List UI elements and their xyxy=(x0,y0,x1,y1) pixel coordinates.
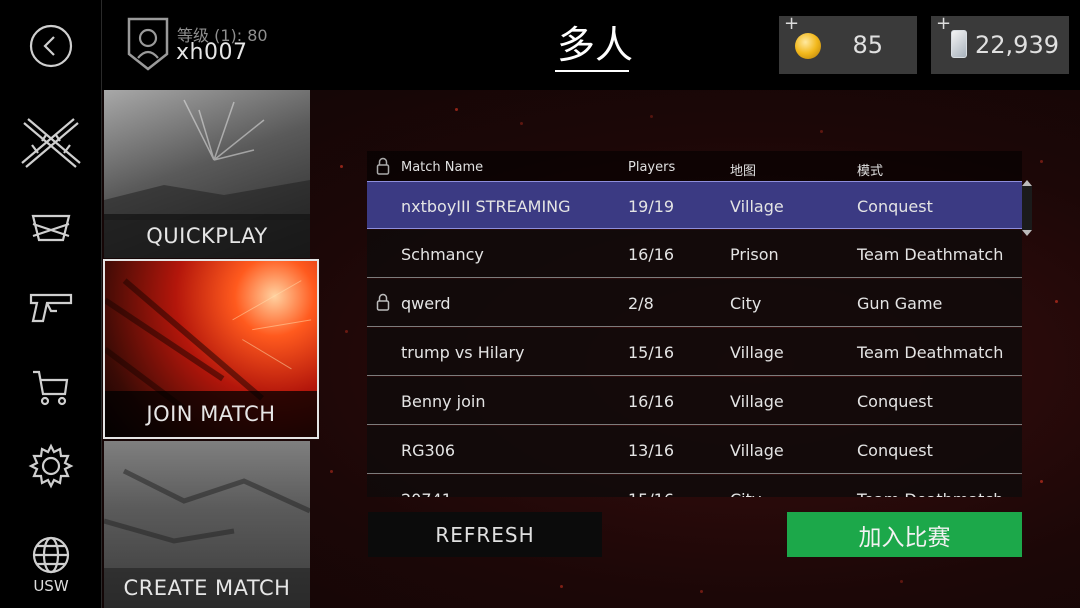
mode-cell: Team Deathmatch xyxy=(857,490,1003,497)
match-name-cell: Benny join xyxy=(401,392,486,411)
players-cell: 13/16 xyxy=(628,441,675,460)
sidebar-item-pistol[interactable] xyxy=(0,278,102,338)
rank-badge-icon xyxy=(127,17,169,71)
mode-card-create-match[interactable]: CREATE MATCH xyxy=(104,441,310,608)
equipment-icon xyxy=(31,214,71,242)
mode-label-bar: QUICKPLAY xyxy=(104,214,310,258)
mode-cell: Conquest xyxy=(857,197,933,216)
coin-icon xyxy=(795,33,821,59)
globe-icon xyxy=(32,536,70,574)
match-name-cell: Schmancy xyxy=(401,245,484,264)
match-name-cell: qwerd xyxy=(401,294,451,313)
add-coins-icon[interactable]: + xyxy=(784,13,799,34)
coins-value: 85 xyxy=(852,31,883,59)
players-cell: 16/16 xyxy=(628,392,675,411)
players-cell: 15/16 xyxy=(628,490,674,497)
map-cell: City xyxy=(730,294,762,313)
coins-display[interactable]: + 85 xyxy=(779,13,917,74)
mode-label-join-match: JOIN MATCH xyxy=(146,402,276,426)
column-header-match-name[interactable]: Match Name xyxy=(401,160,483,175)
mode-label-bar: JOIN MATCH xyxy=(105,391,317,437)
table-row[interactable]: qwerd 2/8 City Gun Game xyxy=(367,279,1022,327)
sidebar-item-shop[interactable] xyxy=(0,358,102,418)
join-match-button[interactable]: 加入比赛 xyxy=(787,512,1022,557)
mode-cell: Conquest xyxy=(857,441,933,460)
mode-cell: Team Deathmatch xyxy=(857,245,1004,264)
lock-header-icon xyxy=(376,157,390,175)
match-table: Match Name Players 地图 模式 nxtboyIII STREA… xyxy=(367,151,1022,497)
table-row[interactable]: Benny join 16/16 Village Conquest xyxy=(367,377,1022,425)
table-header: Match Name Players 地图 模式 xyxy=(367,151,1022,181)
page-title: 多人 xyxy=(556,23,633,67)
map-cell: Village xyxy=(730,392,784,411)
players-cell: 19/19 xyxy=(628,197,675,216)
map-cell: Village xyxy=(730,441,784,460)
table-row[interactable]: 20741 15/16 City Team Deathmatch xyxy=(367,475,1022,497)
gear-icon xyxy=(28,443,74,489)
map-cell: Prison xyxy=(730,245,779,264)
crossed-rifles-icon xyxy=(21,118,81,168)
cash-icon xyxy=(951,30,967,58)
match-name-cell: RG306 xyxy=(401,441,456,460)
column-header-map[interactable]: 地图 xyxy=(730,160,756,179)
cash-value: 22,939 xyxy=(975,31,1059,59)
match-name-cell: trump vs Hilary xyxy=(401,343,525,362)
sidebar: USW xyxy=(0,0,102,608)
column-header-players[interactable]: Players xyxy=(628,160,675,175)
player-name: xh007 xyxy=(176,40,248,65)
mode-card-quickplay[interactable]: QUICKPLAY xyxy=(104,90,310,258)
sidebar-item-equipment[interactable] xyxy=(0,198,102,258)
region-button[interactable]: USW xyxy=(0,530,102,600)
title-underline xyxy=(555,70,629,72)
table-row[interactable]: trump vs Hilary 15/16 Village Team Deathmat… xyxy=(367,328,1022,376)
refresh-button[interactable]: REFRESH xyxy=(368,512,602,557)
map-cell: Village xyxy=(730,343,784,362)
mode-cell: Conquest xyxy=(857,392,933,411)
sidebar-item-settings[interactable] xyxy=(0,436,102,496)
mode-cell: Team Deathmatch xyxy=(857,343,1004,362)
mode-label-quickplay: QUICKPLAY xyxy=(146,224,268,248)
map-cell: Village xyxy=(730,197,784,216)
map-cell: City xyxy=(730,490,761,497)
mode-card-join-match[interactable]: JOIN MATCH xyxy=(103,259,319,439)
table-row[interactable]: nxtboyIII STREAMING 19/19 Village Conquest xyxy=(367,181,1022,229)
region-label: USW xyxy=(33,577,69,595)
players-cell: 16/16 xyxy=(628,245,675,264)
cash-display[interactable]: + 22,939 xyxy=(931,13,1069,74)
back-arrow-icon xyxy=(29,24,73,68)
mode-label-bar: CREATE MATCH xyxy=(104,568,310,608)
add-cash-icon[interactable]: + xyxy=(936,13,951,34)
pistol-icon xyxy=(29,293,73,323)
table-row[interactable]: Schmancy 16/16 Prison Team Deathmatch xyxy=(367,230,1022,278)
table-scrollbar[interactable] xyxy=(1022,186,1032,230)
players-cell: 2/8 xyxy=(628,294,654,313)
shopping-cart-icon xyxy=(33,370,69,406)
match-name-cell: nxtboyIII STREAMING xyxy=(401,197,571,216)
players-cell: 15/16 xyxy=(628,343,675,362)
column-header-mode[interactable]: 模式 xyxy=(857,160,883,179)
match-name-cell: 20741 xyxy=(401,490,452,497)
mode-cell: Gun Game xyxy=(857,294,943,313)
mode-label-create-match: CREATE MATCH xyxy=(123,576,291,600)
table-row[interactable]: RG306 13/16 Village Conquest xyxy=(367,426,1022,474)
lock-icon xyxy=(376,293,390,311)
back-button[interactable] xyxy=(0,18,102,74)
sidebar-item-weapons[interactable] xyxy=(0,110,102,180)
scroll-down-icon[interactable] xyxy=(1022,230,1032,236)
